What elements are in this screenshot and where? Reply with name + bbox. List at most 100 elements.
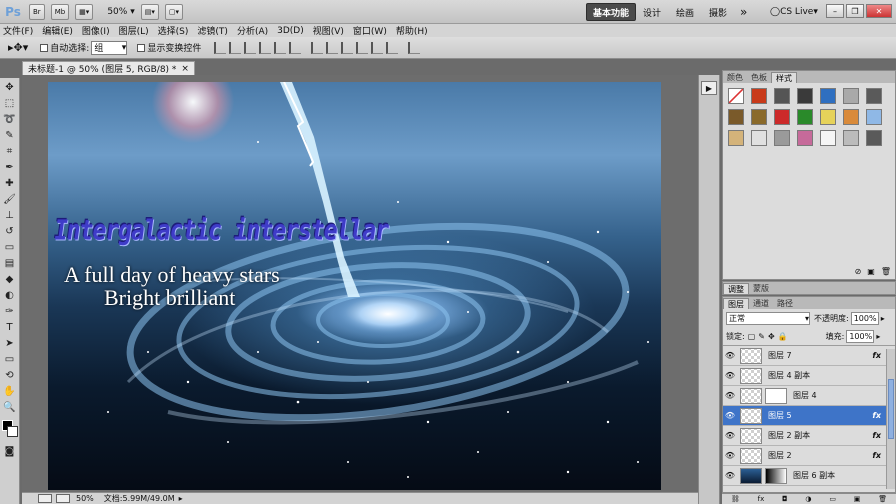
layer-row[interactable]: 👁 图层 4 副本 — [723, 366, 895, 386]
stamp-tool-icon[interactable]: ⊥ — [2, 208, 18, 222]
path-select-tool-icon[interactable]: ➤ — [2, 336, 18, 350]
status-menu-icon[interactable]: ▸ — [179, 494, 183, 503]
lasso-tool-icon[interactable]: ➰ — [2, 112, 18, 126]
lock-image-icon[interactable]: ✎ — [758, 332, 765, 341]
eyedropper-tool-icon[interactable]: ✒ — [2, 160, 18, 174]
restore-icon[interactable]: ❐ — [846, 4, 864, 18]
opacity-slider-icon[interactable]: ▸ — [881, 314, 885, 323]
delete-layer-icon[interactable]: 🗑 — [878, 495, 887, 503]
eye-icon[interactable]: 👁 — [723, 391, 737, 400]
bridge-button[interactable]: Br — [29, 3, 45, 20]
layers-scrollbar[interactable] — [886, 349, 895, 489]
crop-tool-icon[interactable]: ⌗ — [2, 144, 18, 158]
style-swatch[interactable] — [774, 130, 790, 146]
gradient-tool-icon[interactable]: ▤ — [2, 256, 18, 270]
layer-row[interactable]: 👁 图层 4 — [723, 386, 895, 406]
clear-style-icon[interactable]: ⊘ — [855, 267, 862, 276]
align-left-icon[interactable] — [259, 41, 272, 54]
new-group-icon[interactable]: ▭ — [829, 495, 836, 503]
layers-scroll-thumb[interactable] — [888, 379, 894, 439]
layer-row[interactable]: 👁 图层 2 副本 fx — [723, 426, 895, 446]
menu-view[interactable]: 视图(V) — [310, 24, 350, 37]
close-document-icon[interactable]: × — [181, 64, 189, 74]
layer-fx-icon[interactable]: fx — [872, 411, 881, 420]
distribute-vcenter-icon[interactable] — [326, 41, 339, 54]
tab-masks[interactable]: 蒙版 — [749, 283, 773, 294]
document-tab[interactable]: 未标题-1 @ 50% (图层 5, RGB/8) * × — [22, 61, 195, 75]
style-swatch[interactable] — [751, 88, 767, 104]
layer-row[interactable]: 👁 图层 7 fx — [723, 346, 895, 366]
tab-channels[interactable]: 通道 — [749, 298, 773, 309]
tab-color[interactable]: 颜色 — [723, 72, 747, 83]
history-brush-tool-icon[interactable]: ↺ — [2, 224, 18, 238]
new-layer-icon[interactable]: ▣ — [854, 495, 861, 503]
style-swatch[interactable] — [751, 109, 767, 125]
menu-analysis[interactable]: 分析(A) — [234, 24, 274, 37]
menu-select[interactable]: 选择(S) — [155, 24, 195, 37]
style-swatch[interactable] — [843, 130, 859, 146]
status-view-icon[interactable] — [56, 494, 70, 503]
distribute-left-icon[interactable] — [356, 41, 369, 54]
hand-tool-icon[interactable]: ✋ — [2, 384, 18, 398]
workspace-photography[interactable]: 摄影 — [703, 3, 733, 21]
workspace-painting[interactable]: 绘画 — [670, 3, 700, 21]
pen-tool-icon[interactable]: ✑ — [2, 304, 18, 318]
tab-styles[interactable]: 样式 — [771, 72, 797, 83]
layer-mask-thumbnail[interactable] — [765, 387, 787, 404]
eye-icon[interactable]: 👁 — [723, 431, 737, 440]
tab-swatches[interactable]: 色板 — [747, 72, 771, 83]
style-swatch[interactable] — [728, 88, 744, 104]
align-right-icon[interactable] — [289, 41, 302, 54]
align-vcenter-icon[interactable] — [229, 41, 242, 54]
quick-mask-icon[interactable]: ◙ — [2, 444, 18, 458]
menu-help[interactable]: 帮助(H) — [393, 24, 434, 37]
style-swatch[interactable] — [866, 109, 882, 125]
dodge-tool-icon[interactable]: ◐ — [2, 288, 18, 302]
lock-position-icon[interactable]: ✥ — [768, 332, 775, 341]
menu-window[interactable]: 窗口(W) — [350, 24, 393, 37]
move-tool-preset-icon[interactable]: ▸✥▾ — [8, 41, 28, 54]
style-swatch[interactable] — [774, 88, 790, 104]
healing-tool-icon[interactable]: ✚ — [2, 176, 18, 190]
layer-fx-icon[interactable]: fx — [872, 451, 881, 460]
adjustment-layer-icon[interactable]: ◑ — [805, 495, 811, 503]
align-hcenter-icon[interactable] — [274, 41, 287, 54]
blur-tool-icon[interactable]: ◆ — [2, 272, 18, 286]
opacity-input[interactable]: 100% — [850, 311, 879, 325]
tab-layers[interactable]: 图层 — [723, 298, 749, 309]
tab-adjustments[interactable]: 调整 — [723, 283, 749, 294]
layer-row[interactable]: 👁 图层 6 副本 — [723, 466, 895, 486]
arrange-documents-button[interactable]: ▤▾ — [140, 3, 159, 20]
layer-mask-thumbnail[interactable] — [765, 467, 787, 484]
lock-transparent-icon[interactable]: ▢ — [748, 332, 756, 341]
layer-row[interactable]: 👁 图层 5 fx — [723, 406, 895, 426]
more-workspaces-icon[interactable]: » — [734, 3, 753, 21]
style-swatch[interactable] — [797, 109, 813, 125]
eye-icon[interactable]: 👁 — [723, 351, 737, 360]
style-swatch[interactable] — [728, 109, 744, 125]
close-window-icon[interactable]: ✕ — [866, 4, 892, 18]
align-top-icon[interactable] — [214, 41, 227, 54]
style-swatch[interactable] — [797, 88, 813, 104]
menu-file[interactable]: 文件(F) — [0, 24, 39, 37]
style-swatch[interactable] — [843, 109, 859, 125]
delete-style-icon[interactable]: 🗑 — [881, 267, 891, 276]
add-mask-icon[interactable]: ◘ — [782, 495, 788, 503]
eraser-tool-icon[interactable]: ▭ — [2, 240, 18, 254]
status-zoom-icon[interactable] — [38, 494, 52, 503]
style-swatch[interactable] — [774, 109, 790, 125]
style-swatch[interactable] — [820, 88, 836, 104]
mini-bridge-button[interactable]: Mb — [50, 3, 70, 20]
eye-icon[interactable]: 👁 — [723, 451, 737, 460]
style-swatch[interactable] — [866, 130, 882, 146]
tab-paths[interactable]: 路径 — [773, 298, 797, 309]
distribute-hcenter-icon[interactable] — [371, 41, 384, 54]
layer-fx-icon[interactable]: fx — [872, 431, 881, 440]
add-style-icon[interactable]: fx — [758, 495, 765, 503]
eye-icon[interactable]: 👁 — [723, 471, 737, 480]
move-tool-icon[interactable]: ✥ — [2, 80, 18, 94]
3d-rotate-tool-icon[interactable]: ⟲ — [2, 368, 18, 382]
color-swatches[interactable] — [0, 416, 19, 442]
brush-tool-icon[interactable]: 🖌 — [2, 192, 18, 206]
menu-3d[interactable]: 3D(D) — [274, 26, 310, 36]
